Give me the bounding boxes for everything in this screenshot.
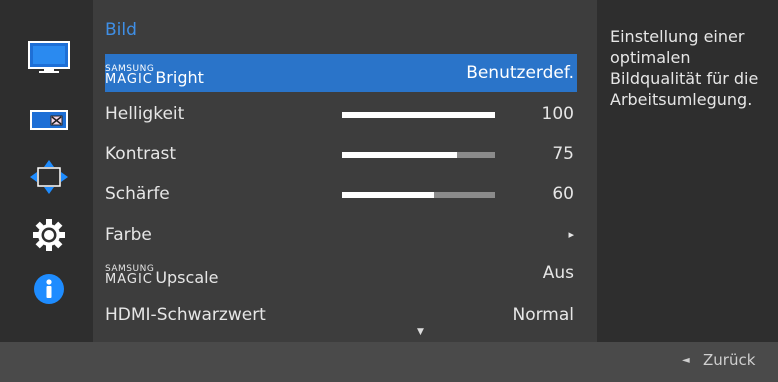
category-sidebar <box>0 0 93 342</box>
menu-item-sharpness[interactable]: Schärfe 60 <box>105 175 577 213</box>
menu-item-value: 75 <box>552 144 574 164</box>
settings-gear-icon[interactable] <box>26 218 72 252</box>
menu-item-label: Schärfe <box>105 184 170 204</box>
brightness-slider[interactable] <box>342 112 495 118</box>
menu-item-magic-bright[interactable]: SAMSUNG MAGIC Bright Benutzerdef. <box>105 54 577 92</box>
samsung-magic-logo: SAMSUNG MAGIC <box>105 264 155 287</box>
menu-item-label: SAMSUNG MAGIC Bright <box>105 64 204 87</box>
menu-item-magic-upscale[interactable]: SAMSUNG MAGIC Upscale Aus <box>105 254 577 292</box>
menu-title: Bild <box>105 20 137 40</box>
menu-item-value: Aus <box>542 263 574 283</box>
menu-item-value: 60 <box>552 184 574 204</box>
menu-item-label: SAMSUNG MAGIC Upscale <box>105 264 219 287</box>
menu-item-brightness[interactable]: Helligkeit 100 <box>105 95 577 133</box>
menu-item-contrast[interactable]: Kontrast 75 <box>105 135 577 173</box>
menu-item-label: Kontrast <box>105 144 177 164</box>
position-icon[interactable] <box>26 160 72 194</box>
slider-fill <box>342 192 434 198</box>
back-button[interactable]: Zurück <box>703 351 755 369</box>
slider-fill <box>342 152 457 158</box>
onscreen-display-icon[interactable] <box>26 108 72 132</box>
osd-screen: Bild SAMSUNG MAGIC Bright Benutzerdef. H… <box>0 0 778 382</box>
back-arrow-icon: ◄ <box>682 355 690 366</box>
menu-item-value: Normal <box>512 305 574 325</box>
picture-icon[interactable] <box>26 40 72 74</box>
picture-menu: Bild SAMSUNG MAGIC Bright Benutzerdef. H… <box>93 0 597 342</box>
menu-item-label: HDMI-Schwarzwert <box>105 305 266 325</box>
information-icon[interactable] <box>26 272 72 306</box>
help-text: Einstellung einer optimalen Bildqualität… <box>610 27 759 109</box>
footer-bar: ◄ Zurück <box>0 342 778 382</box>
menu-item-value: Benutzerdef. <box>466 63 574 83</box>
slider-fill <box>342 112 495 118</box>
submenu-arrow-icon: ▸ <box>568 228 574 241</box>
scroll-down-icon[interactable]: ▼ <box>417 327 424 337</box>
menu-item-value: 100 <box>541 104 574 124</box>
menu-item-hdmi-black-level[interactable]: HDMI-Schwarzwert Normal <box>105 296 577 334</box>
menu-item-label: Helligkeit <box>105 104 185 124</box>
contrast-slider[interactable] <box>342 152 495 158</box>
menu-item-label: Farbe <box>105 225 152 245</box>
menu-item-color[interactable]: Farbe ▸ <box>105 216 577 254</box>
samsung-magic-logo: SAMSUNG MAGIC <box>105 64 155 87</box>
help-panel: Einstellung einer optimalen Bildqualität… <box>597 0 778 342</box>
sharpness-slider[interactable] <box>342 192 495 198</box>
